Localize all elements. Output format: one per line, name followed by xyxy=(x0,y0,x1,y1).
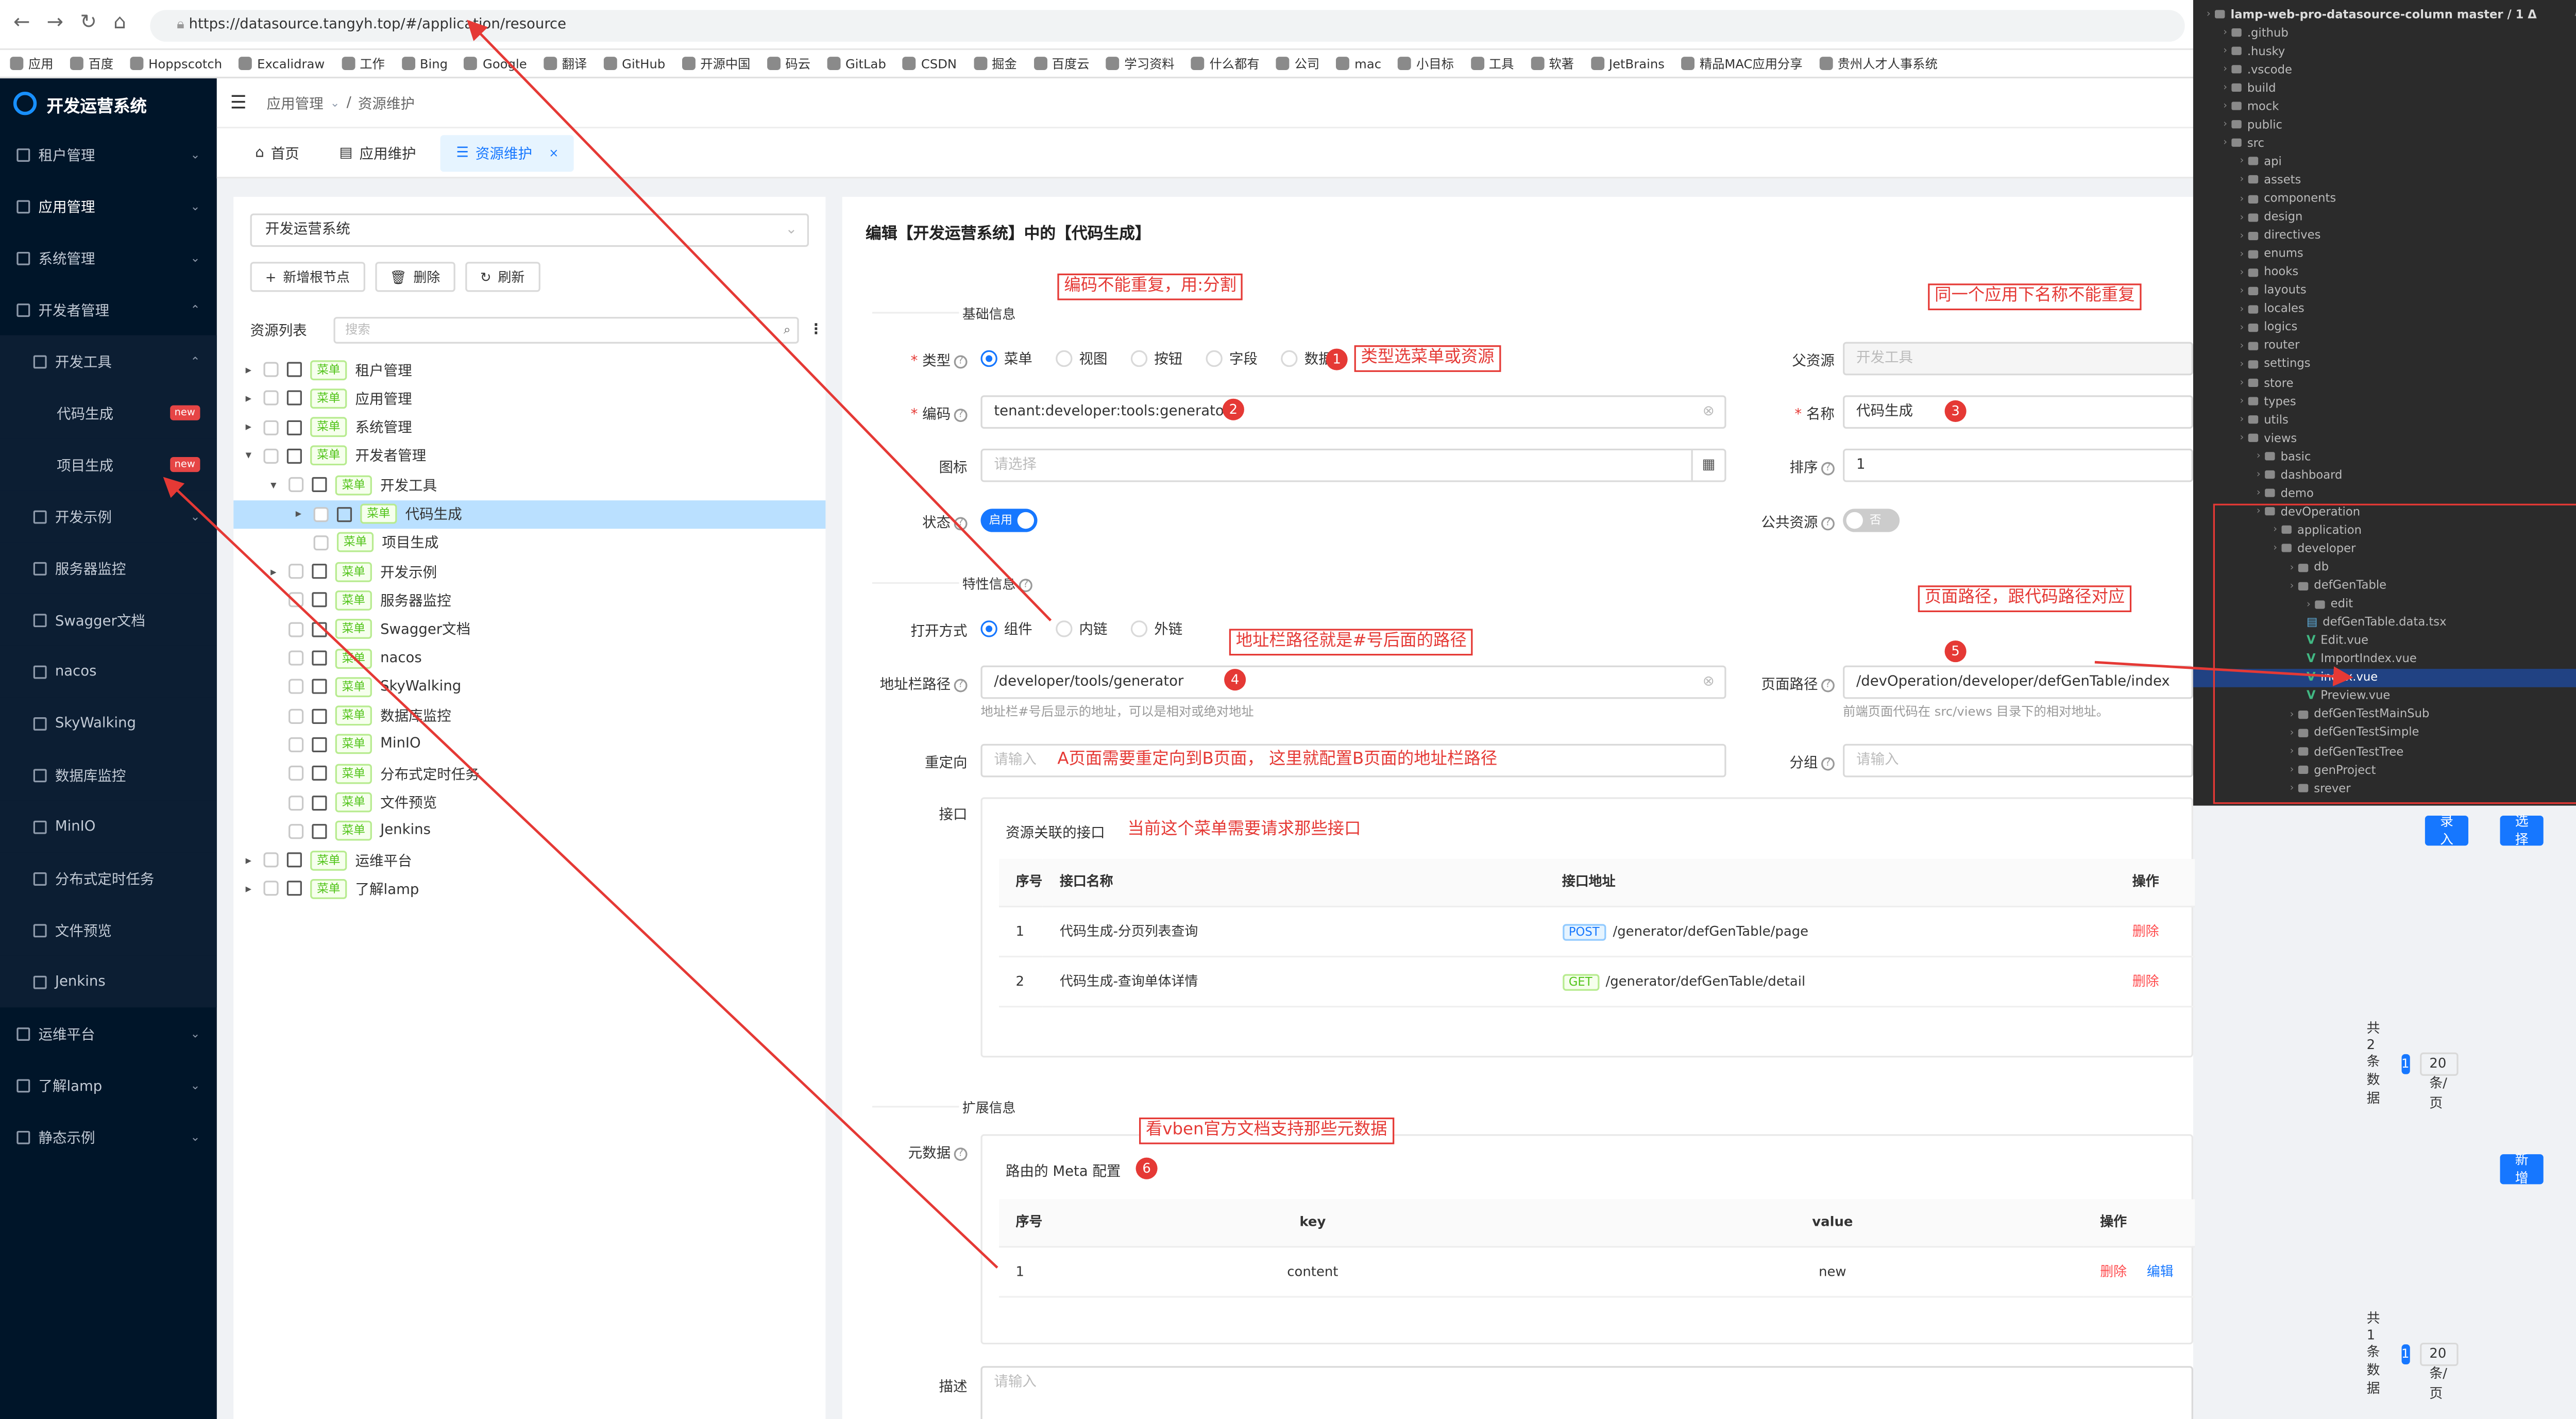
screenshot-stage: ← → ↻ ⌂ 🔒︎ https://datasource.tangyh.top… xyxy=(0,0,2576,1419)
arrow-component-to-file xyxy=(2094,661,2353,686)
arrow-meta-to-sidebar xyxy=(163,477,998,1269)
arrow-path-to-url xyxy=(467,20,1052,621)
annotation-arrows xyxy=(163,20,2353,1269)
